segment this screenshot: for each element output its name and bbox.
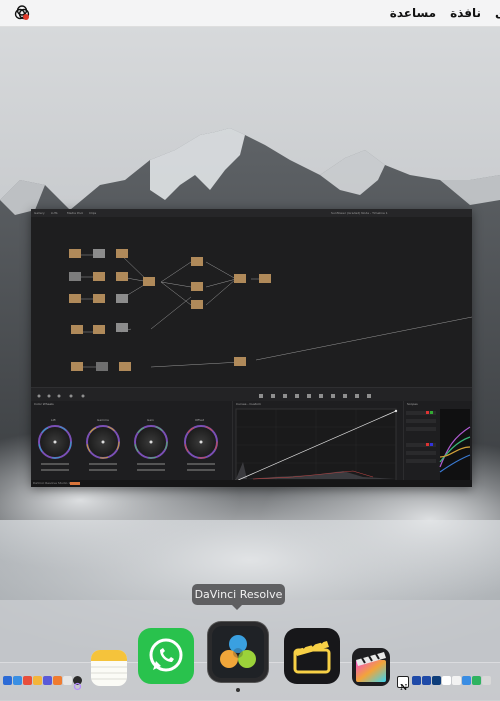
menu-item-partial[interactable]: ى [495, 6, 500, 20]
status-text: DaVinci Resolve Studio 18 [33, 481, 73, 485]
dock-app-davinci-resolve[interactable] [208, 622, 268, 682]
tab-gallery[interactable]: Gallery [34, 210, 45, 216]
dock-app-mini-1[interactable] [3, 676, 12, 685]
curves-panel[interactable]: Curves - Custom [233, 401, 404, 487]
dock-app-mini-8[interactable] [73, 676, 82, 691]
davinci-resolve-window[interactable]: Gallery LUTs Media Pool Clips Sunflower … [31, 209, 472, 487]
wheel-label-offset: Offset [195, 418, 205, 422]
status-strip: DaVinci Resolve Studio 18 [31, 480, 472, 487]
dock-app-mini-12[interactable] [442, 676, 451, 685]
panel-title-curves: Curves - Custom [236, 402, 261, 406]
tab-media-pool[interactable]: Media Pool [67, 210, 83, 216]
wheel-label-lift: Lift [51, 418, 57, 422]
dock-app-mini-3[interactable] [23, 676, 32, 685]
scopes-panel[interactable]: Scopes [404, 401, 472, 487]
dock-app-mini-5[interactable] [43, 676, 52, 685]
dock-app-mini-16[interactable] [482, 676, 491, 685]
wheel-label-gain: Gain [147, 418, 154, 422]
notion-icon: N [400, 682, 407, 692]
dock-app-mini-4[interactable] [33, 676, 42, 685]
node-editor[interactable] [31, 217, 472, 387]
whatsapp-icon [149, 638, 183, 672]
dock-app-mini-13[interactable] [452, 676, 461, 685]
menu-item-window[interactable]: نافذة [450, 6, 481, 20]
final-cut-pro-icon [356, 652, 386, 682]
color-page-toolbar [31, 387, 472, 402]
tab-luts[interactable]: LUTs [51, 210, 58, 216]
dock-app-mini-2[interactable] [13, 676, 22, 685]
dock-app-mini-9[interactable] [412, 676, 421, 685]
dock-app-mini-14[interactable] [462, 676, 471, 685]
dock-app-mini-7[interactable] [63, 676, 72, 685]
dock-app-whatsapp[interactable] [138, 628, 194, 684]
dock-app-notion[interactable]: N [397, 676, 409, 692]
dock-app-mini-15[interactable] [472, 676, 481, 685]
viewer-title: Sunflower (Graded) Node - Timeline 1 [331, 211, 388, 215]
color-wheels-panel[interactable]: Color Wheels Lift Gamma Gain Offset [31, 401, 233, 487]
color-wheels [38, 425, 218, 459]
tooltip-arrow [232, 605, 242, 610]
notes-icon [91, 650, 127, 680]
menu-item-help[interactable]: مساعدة [390, 6, 436, 20]
panel-title-scopes: Scopes [407, 402, 418, 406]
dock-app-mini-6[interactable] [53, 676, 62, 685]
davinci-resolve-icon [212, 626, 264, 678]
tab-clips[interactable]: Clips [89, 210, 96, 216]
wheel-label-gamma: Gamma [97, 418, 109, 422]
dock-app-mini-10[interactable] [422, 676, 431, 685]
clapperboard-icon [293, 638, 331, 674]
dock-app-final-cut-pro[interactable] [352, 648, 390, 686]
status-indicator [70, 482, 80, 485]
dock-app-notes[interactable] [91, 650, 127, 686]
dock-app-mini-11[interactable] [432, 676, 441, 685]
svg-text:N: N [400, 682, 407, 692]
menu-bar: ى نافذة مساعدة [0, 0, 500, 27]
window-titlebar: Gallery LUTs Media Pool Clips Sunflower … [31, 209, 472, 217]
davinci-resolve-menu-icon[interactable] [14, 5, 30, 21]
color-page-panels: Color Wheels Lift Gamma Gain Offset Curv… [31, 401, 472, 487]
panel-title-color-wheels: Color Wheels [34, 402, 54, 406]
dock-app-claquette[interactable] [284, 628, 340, 684]
running-indicator-davinci [236, 688, 240, 692]
dock-tooltip: DaVinci Resolve [192, 584, 285, 605]
